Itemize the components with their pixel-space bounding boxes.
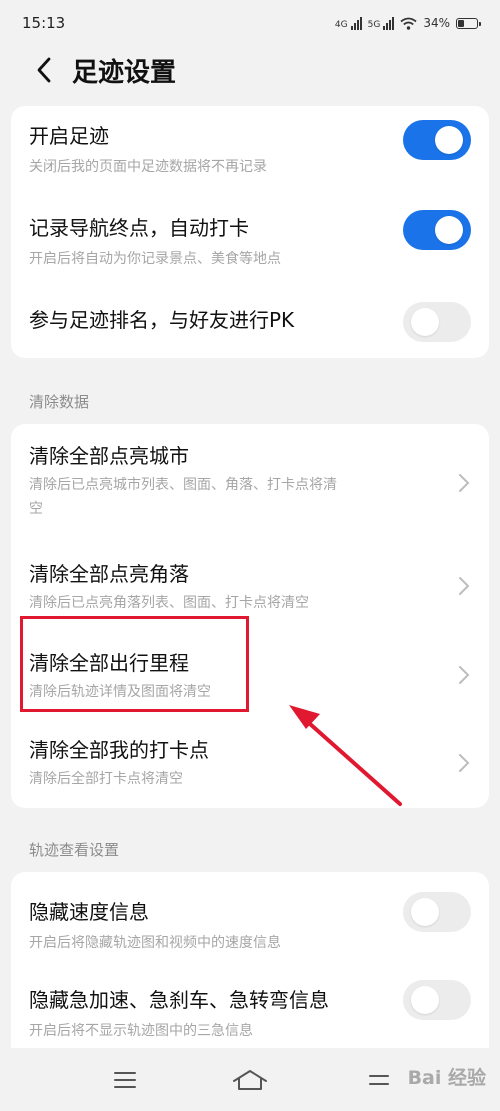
signal-4g-icon: 4G <box>335 16 362 30</box>
setting-title: 清除全部点亮城市 <box>29 444 189 468</box>
setting-title: 清除全部点亮角落 <box>29 562 189 586</box>
setting-row-auto-checkin[interactable]: 记录导航终点，自动打卡 开启后将自动为你记录景点、美食等地点 <box>29 210 475 271</box>
chevron-right-icon <box>459 577 470 595</box>
chevron-right-icon <box>459 754 470 772</box>
chevron-left-icon <box>37 57 51 83</box>
track-settings-card: 隐藏速度信息 开启后将隐藏轨迹图和视频中的速度信息 隐藏急加速、急刹车、急转弯信… <box>11 872 489 1072</box>
battery-icon <box>456 17 481 29</box>
section-label-clear-data: 清除数据 <box>29 393 90 411</box>
footprint-settings-card: 开启足迹 关闭后我的页面中足迹数据将不再记录 记录导航终点，自动打卡 开启后将自… <box>11 106 489 358</box>
setting-subtitle: 开启后将自动为你记录景点、美食等地点 <box>29 251 281 267</box>
battery-percent: 34% <box>423 16 450 30</box>
setting-subtitle: 开启后将不显示轨迹图中的三急信息 <box>29 1023 253 1039</box>
setting-subtitle: 开启后将隐藏轨迹图和视频中的速度信息 <box>29 935 281 951</box>
header: 足迹设置 <box>0 46 500 94</box>
enable-footprint-toggle[interactable] <box>403 120 471 160</box>
signal-5g-icon: 5G <box>368 16 395 30</box>
wifi-icon <box>400 17 417 30</box>
setting-subtitle: 清除后全部打卡点将清空 <box>29 771 183 787</box>
menu-icon <box>114 1072 136 1088</box>
ranking-pk-toggle[interactable] <box>403 302 471 342</box>
setting-subtitle: 清除后已点亮角落列表、图面、打卡点将清空 <box>29 595 309 611</box>
home-button[interactable] <box>230 1064 270 1096</box>
chevron-right-icon <box>459 666 470 684</box>
back-nav-button[interactable] <box>360 1064 400 1096</box>
clear-row-cities[interactable]: 清除全部点亮城市 清除后已点亮城市列表、图面、角落、打卡点将清 空 <box>29 440 475 521</box>
setting-row-hide-harsh-driving[interactable]: 隐藏急加速、急刹车、急转弯信息 开启后将不显示轨迹图中的三急信息 <box>29 980 475 1043</box>
clear-row-corners[interactable]: 清除全部点亮角落 清除后已点亮角落列表、图面、打卡点将清空 <box>29 558 475 615</box>
auto-checkin-toggle[interactable] <box>403 210 471 250</box>
setting-subtitle: 清除后已点亮城市列表、图面、角落、打卡点将清 空 <box>29 477 337 517</box>
page-title: 足迹设置 <box>72 57 177 88</box>
setting-row-enable-footprint[interactable]: 开启足迹 关闭后我的页面中足迹数据将不再记录 <box>29 120 475 179</box>
section-label-track-settings: 轨迹查看设置 <box>29 841 120 859</box>
hide-harsh-driving-toggle[interactable] <box>403 980 471 1020</box>
status-bar: 15:13 4G 5G 34% <box>0 0 500 46</box>
setting-row-hide-speed[interactable]: 隐藏速度信息 开启后将隐藏轨迹图和视频中的速度信息 <box>29 892 475 955</box>
back-icon <box>369 1075 389 1085</box>
clear-row-checkins[interactable]: 清除全部我的打卡点 清除后全部打卡点将清空 <box>29 734 475 791</box>
chevron-right-icon <box>459 474 470 492</box>
status-time: 15:13 <box>22 14 66 32</box>
setting-row-ranking-pk[interactable]: 参与足迹排名，与好友进行PK <box>29 302 475 342</box>
watermark: Bai 经验 <box>407 1067 486 1089</box>
setting-title: 清除全部我的打卡点 <box>29 738 209 762</box>
setting-subtitle: 关闭后我的页面中足迹数据将不再记录 <box>29 159 267 175</box>
status-icons: 4G 5G 34% <box>335 16 481 30</box>
hide-speed-toggle[interactable] <box>403 892 471 932</box>
highlight-box <box>20 616 249 712</box>
menu-button[interactable] <box>105 1064 145 1096</box>
home-icon <box>233 1070 267 1090</box>
back-button[interactable] <box>24 50 64 90</box>
